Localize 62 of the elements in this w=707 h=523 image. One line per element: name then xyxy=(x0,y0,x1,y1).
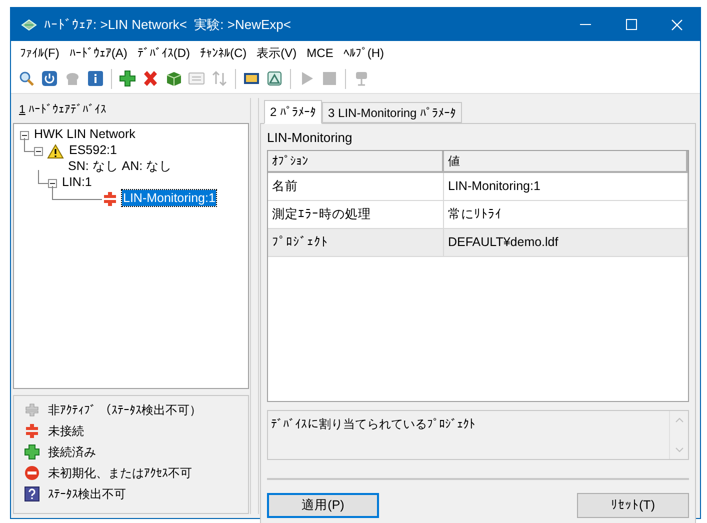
tree-item[interactable]: ES592:1 xyxy=(68,142,172,158)
legend-label: ｽﾃｰﾀｽ検出不可 xyxy=(48,486,126,503)
table-row[interactable]: 測定ｴﾗｰ時の処理 常にﾘﾄﾗｲ xyxy=(268,200,688,228)
stop-icon xyxy=(321,70,338,87)
section-title: LIN-Monitoring xyxy=(267,129,354,147)
table-cell: 測定ｴﾗｰ時の処理 xyxy=(268,200,444,228)
tree-item[interactable]: HWK LIN Network xyxy=(33,126,136,142)
collapse-toggle[interactable] xyxy=(34,147,43,156)
menu-item[interactable]: ﾃﾞﾊﾞｲｽ(D) xyxy=(132,44,195,62)
menu-item[interactable]: ﾍﾙﾌﾟ(H) xyxy=(338,44,390,62)
cloud-icon xyxy=(64,70,81,87)
legend-label: 非ｱｸﾃｨﾌﾞ （ｽﾃｰﾀｽ検出不可） xyxy=(48,402,202,419)
column-header[interactable]: ｵﾌﾟｼｮﾝ xyxy=(268,150,444,170)
close-icon xyxy=(142,70,159,87)
close-icon xyxy=(671,18,683,30)
legend-label: 接続済み xyxy=(48,444,96,461)
collapse-toggle[interactable] xyxy=(20,131,29,140)
network-card-icon xyxy=(21,18,37,32)
info-icon xyxy=(87,70,104,87)
tree-item[interactable]: LIN:1 xyxy=(61,174,93,190)
window-title: ﾊｰﾄﾞｳｪｱ: >LIN Network< 実験: >NewExp< xyxy=(44,16,291,34)
menu-item[interactable]: MCE xyxy=(302,44,338,62)
monitor-icon xyxy=(243,70,260,87)
search-icon xyxy=(18,70,35,87)
tree-item[interactable]: LIN-Monitoring:1 xyxy=(122,190,216,206)
table-cell: 名前 xyxy=(268,172,444,200)
table-row[interactable]: ﾌﾟﾛｼﾞｪｸﾄ DEFAULT¥demo.ldf xyxy=(268,228,688,256)
menu-item[interactable]: 表示(V) xyxy=(252,44,302,62)
legend-label: 未初期化、またはｱｸｾｽ不可 xyxy=(48,465,192,482)
table-cell: DEFAULT¥demo.ldf xyxy=(444,228,688,256)
tree-connector xyxy=(52,186,102,200)
cube-icon xyxy=(165,70,182,87)
table-cell: LIN-Monitoring:1 xyxy=(444,172,688,200)
disconnected-icon xyxy=(24,424,40,438)
no-entry-icon xyxy=(24,465,40,481)
plug-icon xyxy=(353,70,370,87)
panel-title: 1 ﾊｰﾄﾞｳｪｱﾃﾞﾊﾞｲｽ xyxy=(19,102,107,118)
table-cell: 常にﾘﾄﾗｲ xyxy=(444,200,688,228)
legend-label: 未接続 xyxy=(48,423,84,440)
tree-item-detail: SN: なし AN: なし xyxy=(68,158,172,174)
power-icon xyxy=(41,70,58,87)
description-text: ﾃﾞﾊﾞｲｽに割り当てられているﾌﾟﾛｼﾞｪｸﾄ xyxy=(270,416,476,432)
table-row[interactable]: 名前 LIN-Monitoring:1 xyxy=(268,172,688,200)
arrows-icon xyxy=(211,70,228,87)
dialog-button[interactable]: ﾘｾｯﾄ(T) xyxy=(577,492,689,518)
card-icon xyxy=(188,70,205,87)
connector-icon xyxy=(24,403,40,417)
question-icon xyxy=(24,486,40,502)
plus-icon xyxy=(24,444,40,460)
dialog-button[interactable]: 適用(P) xyxy=(267,492,379,518)
plus-icon xyxy=(119,70,136,87)
collapse-toggle[interactable] xyxy=(48,179,57,188)
warning-icon xyxy=(47,144,64,160)
tab[interactable]: 2 ﾊﾟﾗﾒｰﾀ xyxy=(264,100,322,124)
menu-item[interactable]: ﾁｬﾝﾈﾙ(C) xyxy=(195,44,252,62)
image-icon xyxy=(266,70,283,87)
table-cell: ﾌﾟﾛｼﾞｪｸﾄ xyxy=(268,228,444,256)
column-header[interactable]: 値 xyxy=(444,150,688,170)
menu-item[interactable]: ﾊｰﾄﾞｳｪｱ(A) xyxy=(64,44,132,62)
tab[interactable]: 3 LIN-Monitoring ﾊﾟﾗﾒｰﾀ xyxy=(322,102,462,123)
menu-item[interactable]: ﾌｧｲﾙ(F) xyxy=(15,44,64,62)
disconnected-icon xyxy=(102,192,118,206)
